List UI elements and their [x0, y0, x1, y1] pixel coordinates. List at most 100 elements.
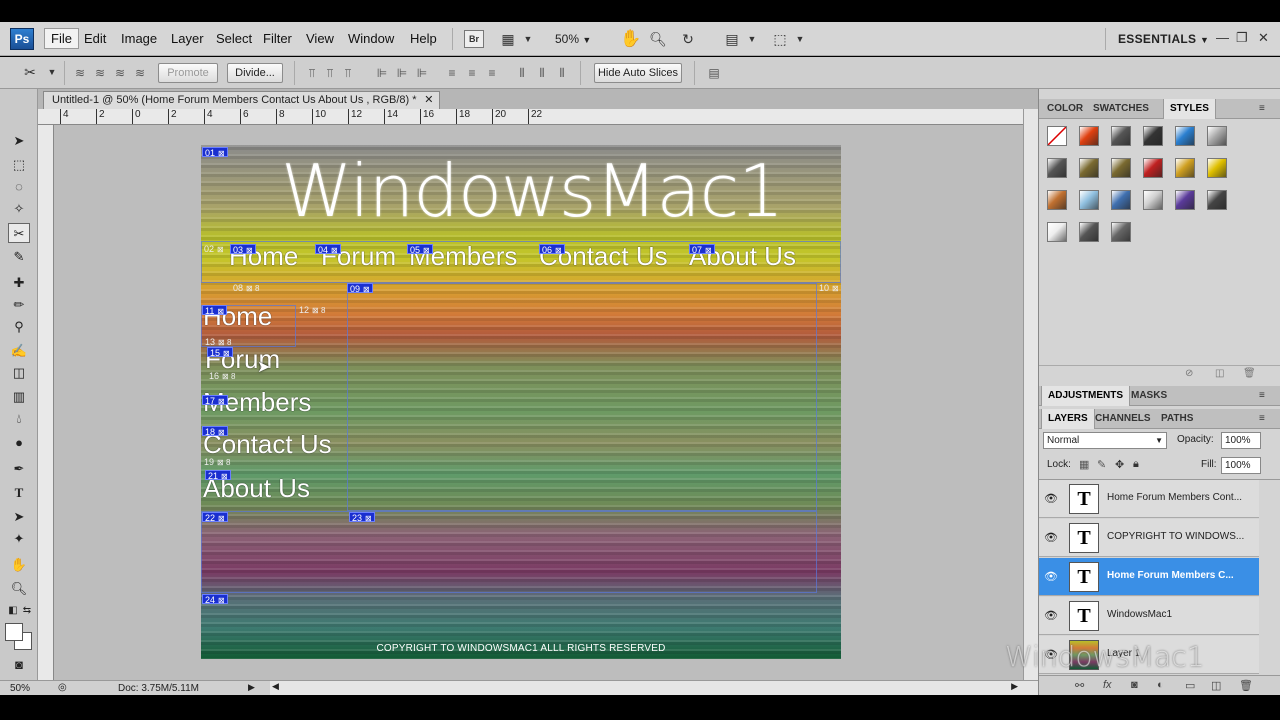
opacity-field[interactable]: 100%	[1221, 432, 1261, 449]
distribute-bottom-icon[interactable]: ≡	[484, 65, 500, 81]
layer-row[interactable]: 👁︎ T Home Forum Members Cont...	[1039, 480, 1259, 518]
menu-view[interactable]: View	[306, 31, 334, 46]
promote-button[interactable]: Promote	[158, 63, 218, 83]
chevron-down-icon[interactable]: ▼	[42, 63, 62, 81]
delete-layer-icon[interactable]: 🗑︎	[1239, 679, 1253, 692]
visibility-eye-icon[interactable]: 👁︎	[1044, 531, 1058, 544]
style-swatch[interactable]	[1079, 158, 1099, 178]
slice-badge-11[interactable]: 11 ⊠	[202, 305, 228, 316]
slice-badge-10[interactable]: 10 ⊠	[817, 283, 841, 293]
slice-badge-21[interactable]: 21 ⊠	[205, 470, 231, 481]
panel-menu-icon[interactable]: ≡	[1253, 409, 1271, 429]
link-layers-icon[interactable]: ⚯	[1075, 679, 1084, 692]
tab-color[interactable]: COLOR	[1041, 99, 1089, 119]
new-style-icon[interactable]: ◫	[1215, 368, 1224, 379]
layer-row[interactable]: 👁︎ T COPYRIGHT TO WINDOWS...	[1039, 519, 1259, 557]
vertical-scrollbar[interactable]	[1023, 109, 1038, 680]
workspace-switcher[interactable]: ESSENTIALS ▼	[1118, 32, 1209, 46]
style-swatch[interactable]	[1207, 158, 1227, 178]
menu-help[interactable]: Help	[410, 31, 437, 46]
add-mask-icon[interactable]: ◙	[1131, 679, 1138, 691]
rotate-view-icon[interactable]: ↻	[678, 30, 698, 48]
history-brush-tool-icon[interactable]: ✍	[8, 341, 30, 361]
menu-select[interactable]: Select	[216, 31, 252, 46]
slice-badge-04[interactable]: 04 ⊠	[315, 244, 341, 255]
slice-badge-16[interactable]: 16 ⊠ 8	[207, 371, 237, 381]
style-swatch[interactable]	[1111, 222, 1131, 242]
hand-tool-icon[interactable]: ✋	[620, 30, 641, 48]
move-tool-icon[interactable]: ➤	[8, 131, 30, 151]
style-swatch[interactable]	[1175, 190, 1195, 210]
style-swatch[interactable]	[1175, 158, 1195, 178]
align-hcenter-icon[interactable]: ⊫	[394, 65, 410, 81]
slice-badge-09[interactable]: 09 ⊠	[347, 283, 373, 294]
minimize-icon[interactable]: —	[1216, 30, 1229, 45]
adjustment-layer-icon[interactable]: ◐	[1157, 679, 1164, 691]
lock-position-icon[interactable]: ✥	[1115, 458, 1124, 471]
slice-badge-05[interactable]: 05 ⊠	[407, 244, 433, 255]
style-swatch[interactable]	[1047, 222, 1067, 242]
eyedropper-tool-icon[interactable]: ✎	[8, 247, 30, 267]
spot-healing-tool-icon[interactable]: ✚	[8, 273, 30, 293]
slice-badge-01[interactable]: 01 ⊠	[202, 147, 228, 158]
tab-channels[interactable]: CHANNELS	[1089, 409, 1157, 429]
style-swatch[interactable]	[1111, 158, 1131, 178]
send-to-back-icon[interactable]: ≋	[132, 65, 148, 81]
document-canvas[interactable]: WindowsMac1 Home Forum Members Contact U…	[201, 145, 841, 659]
style-swatch[interactable]	[1143, 190, 1163, 210]
fill-field[interactable]: 100%	[1221, 457, 1261, 474]
align-left-icon[interactable]: ⊫	[374, 65, 390, 81]
type-tool-icon[interactable]: T	[8, 483, 30, 503]
slice-tool-icon[interactable]: ✂	[8, 223, 30, 243]
slice-badge-02[interactable]: 02 ⊠	[202, 244, 226, 254]
slice-badge-18[interactable]: 18 ⊠	[202, 426, 228, 437]
distribute-vcenter-icon[interactable]: ≡	[464, 65, 480, 81]
lock-pixels-icon[interactable]: ✎	[1097, 458, 1106, 471]
slice-badge-06[interactable]: 06 ⊠	[539, 244, 565, 255]
layer-row[interactable]: 👁︎ T WindowsMac1	[1039, 597, 1259, 635]
hide-auto-slices-button[interactable]: Hide Auto Slices	[594, 63, 682, 83]
clone-stamp-tool-icon[interactable]: ⚲	[8, 317, 30, 337]
slice-badge-15[interactable]: 15 ⊠	[207, 347, 233, 358]
quick-mask-icon[interactable]: ◙	[8, 655, 30, 675]
distribute-right-icon[interactable]: ⦀	[554, 65, 570, 81]
swap-colors-icon[interactable]: ⇆	[16, 601, 38, 621]
send-backward-icon[interactable]: ≋	[112, 65, 128, 81]
slice-badge-24[interactable]: 24 ⊠	[202, 594, 228, 605]
slice-badge-08[interactable]: 08 ⊠ 8	[231, 283, 261, 293]
style-swatch[interactable]	[1207, 190, 1227, 210]
style-swatch[interactable]	[1111, 126, 1131, 146]
zoom-tool-icon[interactable]: 🔍︎	[8, 579, 30, 599]
layer-row[interactable]: 👁︎ T Home Forum Members C...	[1039, 558, 1259, 596]
eraser-tool-icon[interactable]: ◫	[8, 363, 30, 383]
lasso-tool-icon[interactable]: ◌	[8, 177, 30, 197]
visibility-eye-icon[interactable]: 👁︎	[1044, 492, 1058, 505]
panel-menu-icon[interactable]: ≡	[1253, 99, 1271, 119]
visibility-eye-icon[interactable]: 👁︎	[1044, 609, 1058, 622]
menu-filter[interactable]: Filter	[263, 31, 292, 46]
chevron-down-icon[interactable]: ▼	[742, 30, 762, 48]
style-swatch[interactable]	[1047, 190, 1067, 210]
slice-badge-13[interactable]: 13 ⊠ 8	[203, 337, 233, 347]
distribute-hcenter-icon[interactable]: ⦀	[534, 65, 550, 81]
bring-to-front-icon[interactable]: ≋	[72, 65, 88, 81]
delete-style-icon[interactable]: 🗑︎	[1243, 368, 1256, 379]
tab-adjustments[interactable]: ADJUSTMENTS	[1041, 386, 1131, 406]
panel-menu-icon[interactable]: ≡	[1253, 386, 1271, 406]
visibility-eye-icon[interactable]: 👁︎	[1044, 570, 1058, 583]
slice-badge-17[interactable]: 17 ⊠	[202, 395, 228, 406]
new-layer-icon[interactable]: ◫	[1211, 679, 1221, 692]
tab-masks[interactable]: MASKS	[1125, 386, 1173, 406]
menu-layer[interactable]: Layer	[171, 31, 204, 46]
style-swatch[interactable]	[1079, 222, 1099, 242]
menu-file[interactable]: File	[44, 28, 79, 49]
slice-badge-03[interactable]: 03 ⊠	[230, 244, 256, 255]
tab-styles[interactable]: STYLES	[1163, 99, 1216, 119]
status-menu-icon[interactable]: ▶	[248, 682, 255, 693]
chevron-down-icon[interactable]: ▼	[518, 30, 538, 48]
status-info-icon[interactable]: ◎	[58, 682, 67, 693]
slice-badge-07[interactable]: 07 ⊠	[689, 244, 715, 255]
align-bottom-icon[interactable]: ⫪	[340, 65, 356, 81]
align-right-icon[interactable]: ⊫	[414, 65, 430, 81]
marquee-tool-icon[interactable]: ⬚	[8, 155, 30, 175]
